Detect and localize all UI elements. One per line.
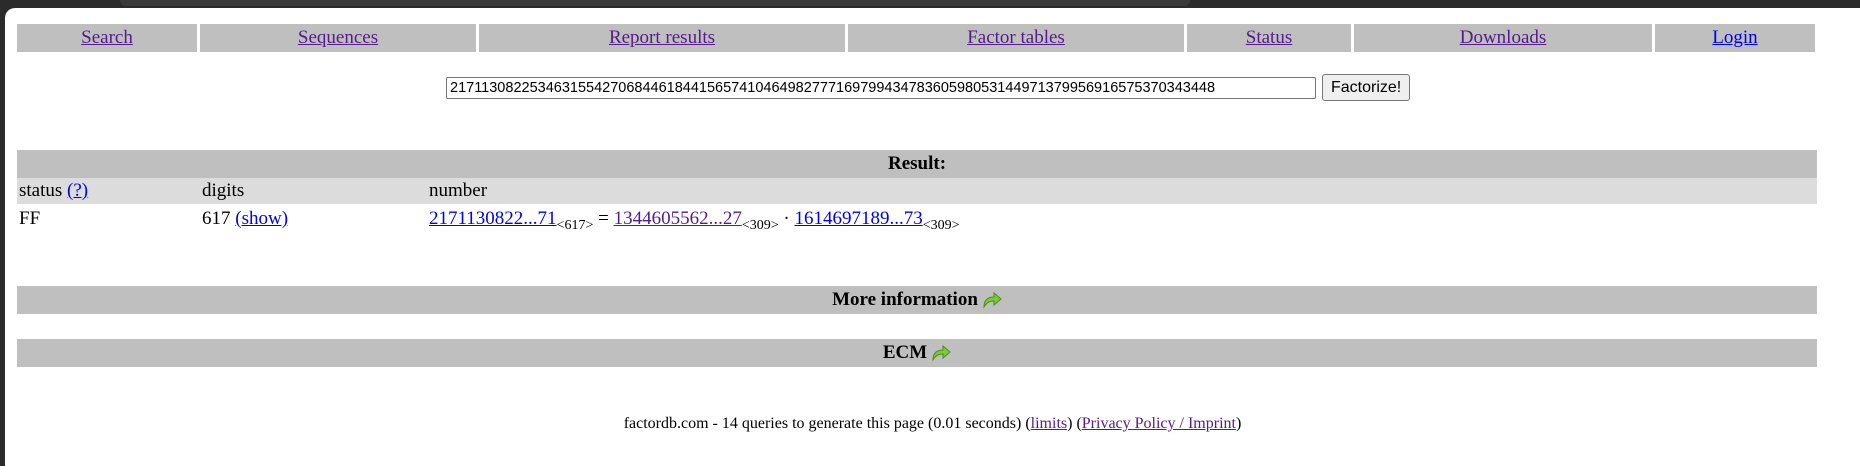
number-input[interactable]: [446, 76, 1316, 99]
equals-sign: =: [598, 208, 609, 229]
factor-link-2[interactable]: 1614697189...73: [794, 208, 922, 229]
table-row: FF 617 (show) 2171130822...71<617> = 134…: [17, 204, 1817, 236]
status-cell: FF: [17, 204, 200, 236]
page: Search Sequences Report results Factor t…: [5, 8, 1860, 466]
more-information-header[interactable]: More information: [17, 286, 1817, 314]
multiply-sign: ·: [783, 208, 790, 229]
result-header: Result:: [17, 150, 1817, 178]
number-cell: 2171130822...71<617> = 1344605562...27<3…: [427, 204, 1817, 236]
nav-cell-sequences: Sequences: [200, 24, 476, 52]
browser-tab-edge: [120, 0, 1190, 6]
result-title: Result:: [887, 153, 947, 174]
footer-text: factordb.com - 14 queries to generate th…: [623, 415, 1031, 432]
more-information-label: More information: [832, 289, 978, 310]
nav-link-search[interactable]: Search: [81, 27, 133, 49]
nav-cell-status: Status: [1187, 24, 1351, 52]
factorize-button[interactable]: Factorize!: [1322, 74, 1411, 101]
digits-header-label: digits: [202, 180, 245, 201]
column-header-number: number: [427, 178, 1817, 204]
status-header-label: status: [19, 180, 63, 201]
nav-cell-factor-tables: Factor tables: [848, 24, 1184, 52]
footer: factordb.com - 14 queries to generate th…: [5, 415, 1860, 433]
nav-link-status[interactable]: Status: [1246, 27, 1292, 49]
limits-link[interactable]: limits: [1031, 415, 1067, 432]
footer-separator: ) (: [1067, 415, 1082, 432]
column-header-digits: digits: [200, 178, 427, 204]
digits-value: 617: [202, 208, 231, 229]
nav-link-sequences[interactable]: Sequences: [298, 27, 378, 49]
nav-cell-report-results: Report results: [479, 24, 845, 52]
number-header-label: number: [429, 180, 488, 201]
nav-link-factor-tables[interactable]: Factor tables: [967, 27, 1065, 49]
digits-cell: 617 (show): [200, 204, 427, 236]
number-link[interactable]: 2171130822...71: [429, 208, 557, 229]
result-table-header-row: status (?) digits number: [17, 178, 1817, 204]
factor-2-digit-count: <309>: [922, 218, 960, 233]
nav-bar: Search Sequences Report results Factor t…: [17, 24, 1817, 52]
nav-cell-downloads: Downloads: [1354, 24, 1652, 52]
factor-link-1[interactable]: 1344605562...27: [614, 208, 742, 229]
footer-end: ): [1235, 415, 1242, 432]
result-table: status (?) digits number FF 617 (show) 2…: [17, 178, 1817, 236]
nav-link-downloads[interactable]: Downloads: [1460, 27, 1547, 49]
nav-link-login[interactable]: Login: [1712, 27, 1757, 49]
expand-arrow-icon[interactable]: [982, 291, 1002, 309]
status-help-link[interactable]: (?): [67, 180, 88, 201]
nav-cell-login: Login: [1655, 24, 1815, 52]
number-digit-count: <617>: [556, 218, 594, 233]
status-value: FF: [19, 208, 41, 229]
column-header-status: status (?): [17, 178, 200, 204]
nav-link-report-results[interactable]: Report results: [609, 27, 715, 49]
search-form: Factorize!: [446, 74, 1411, 101]
privacy-policy-link[interactable]: Privacy Policy / Imprint: [1082, 415, 1236, 432]
show-digits-link[interactable]: (show): [235, 208, 288, 229]
ecm-label: ECM: [882, 342, 928, 363]
ecm-header[interactable]: ECM: [17, 339, 1817, 367]
factor-1-digit-count: <309>: [741, 218, 779, 233]
expand-arrow-icon[interactable]: [931, 344, 951, 362]
nav-cell-search: Search: [17, 24, 197, 52]
